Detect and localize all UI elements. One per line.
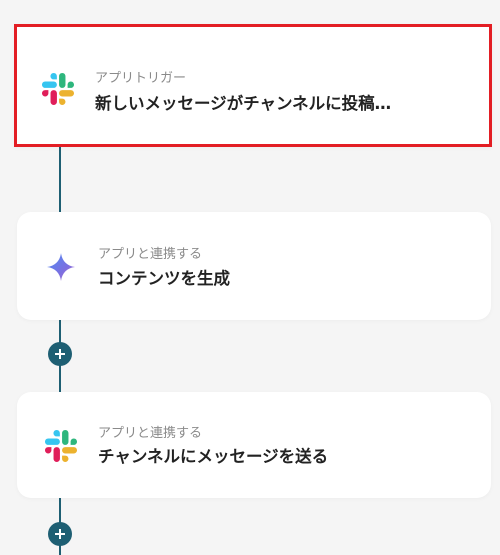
flow-connector	[59, 145, 61, 213]
step-caption: アプリトリガー	[95, 71, 187, 86]
gemini-sparkle-icon	[45, 251, 77, 283]
plus-icon	[55, 349, 65, 359]
step-caption: アプリと連携する	[98, 426, 203, 441]
plus-icon	[55, 529, 65, 539]
slack-icon	[42, 73, 74, 105]
flow-step-generate-content[interactable]: アプリと連携する コンテンツを生成	[17, 212, 491, 320]
slack-icon	[45, 430, 77, 462]
step-title: コンテンツを生成	[98, 269, 230, 288]
step-title: チャンネルにメッセージを送る	[98, 447, 329, 466]
add-step-button[interactable]	[48, 522, 72, 546]
flow-step-trigger[interactable]: アプリトリガー 新しいメッセージがチャンネルに投稿…	[14, 24, 492, 147]
add-step-button[interactable]	[48, 342, 72, 366]
step-caption: アプリと連携する	[98, 247, 203, 262]
flow-step-send-message[interactable]: アプリと連携する チャンネルにメッセージを送る	[17, 392, 491, 498]
step-title: 新しいメッセージがチャンネルに投稿…	[95, 94, 392, 113]
